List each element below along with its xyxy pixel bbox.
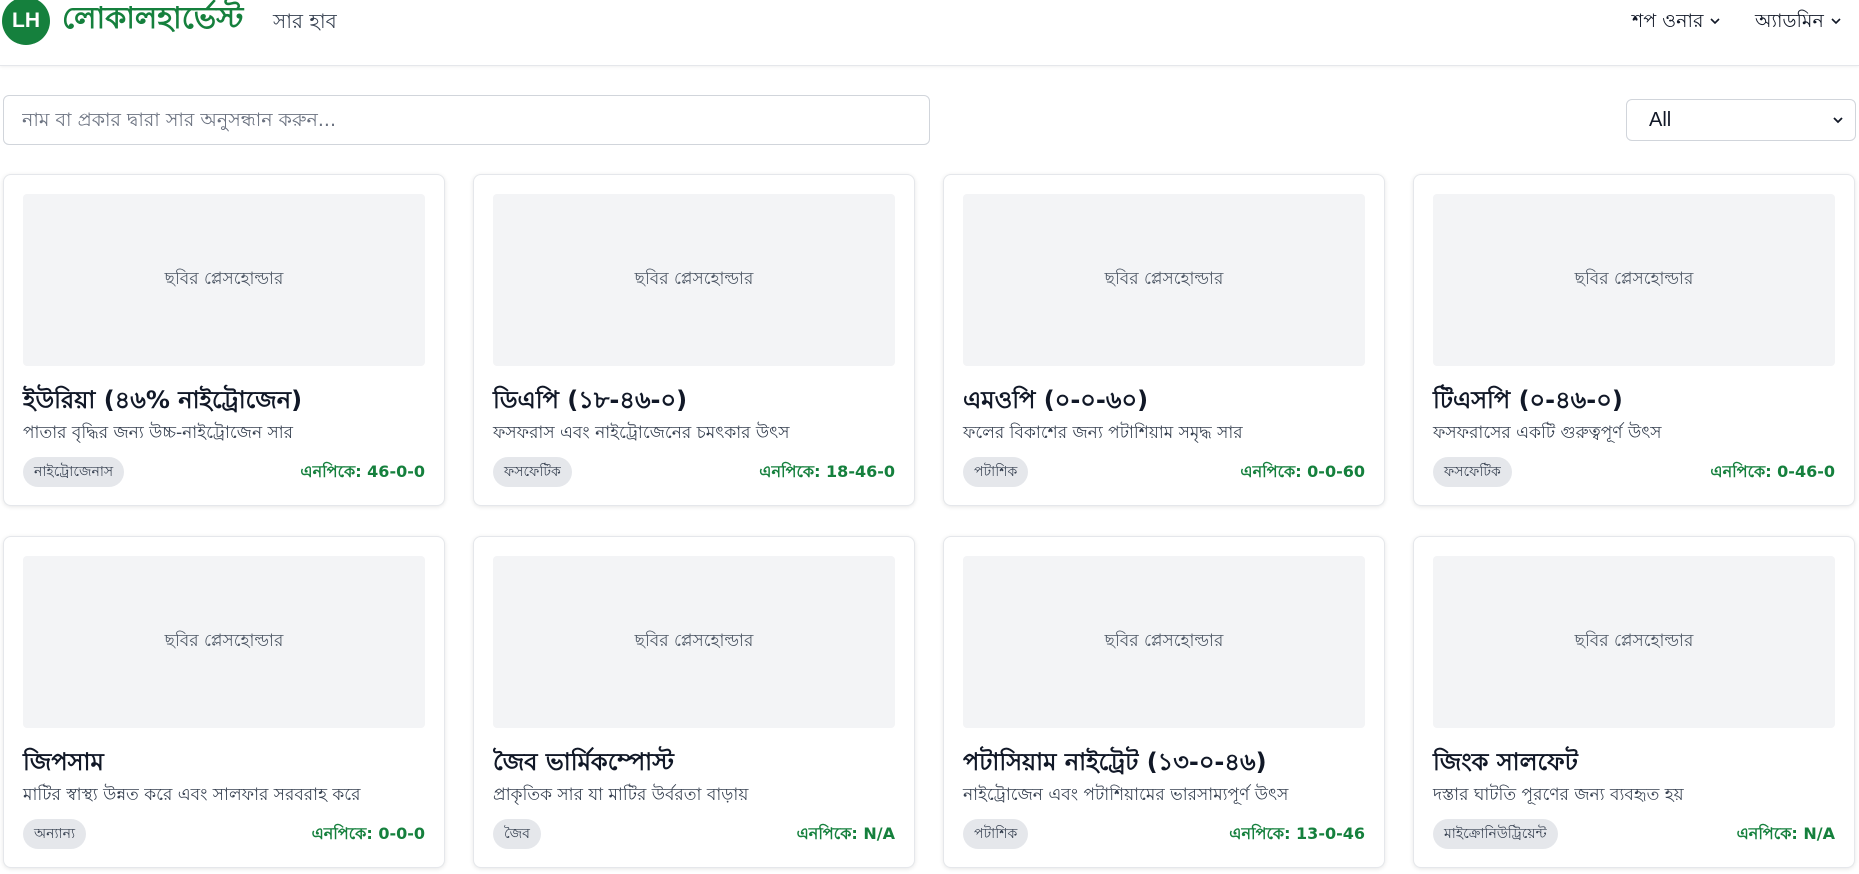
product-card[interactable]: ছবির প্লেসহোল্ডার জৈব ভার্মিকম্পোস্ট প্রাক…: [473, 536, 915, 868]
npk-value: এনপিকে: 0-46-0: [1710, 462, 1835, 481]
chevron-down-icon: [1833, 117, 1843, 124]
brand-subtitle: সার হাব: [273, 9, 337, 33]
product-title: জৈব ভার্মিকম্পোস্ট: [493, 748, 674, 776]
top-header: LH লোকালহার্ভেস্ট সার হাব শপ ওনার অ্যাডম…: [0, 0, 1859, 66]
npk-value: এনপিকে: 0-0-60: [1240, 462, 1365, 481]
product-title: ডিএপি (১৮-৪৬-০): [493, 386, 688, 414]
product-title: ইউরিয়া (৪৬% নাইট্রোজেন): [23, 386, 303, 414]
category-filter-select[interactable]: All: [1626, 99, 1856, 141]
npk-value: এনপিকে: N/A: [1736, 824, 1835, 843]
category-badge: মাইক্রোনিউট্রিয়েন্ট: [1433, 819, 1558, 849]
category-badge: পটাশিক: [963, 457, 1029, 487]
npk-value: এনপিকে: 0-0-0: [311, 824, 425, 843]
product-card[interactable]: ছবির প্লেসহোল্ডার ডিএপি (১৮-৪৬-০) ফসফরাস এ…: [473, 174, 915, 506]
nav-shop-owner-label: শপ ওনার: [1632, 10, 1704, 32]
product-image-placeholder: ছবির প্লেসহোল্ডার: [493, 194, 895, 366]
product-card[interactable]: ছবির প্লেসহোল্ডার ইউরিয়া (৪৬% নাইট্রোজেন…: [3, 174, 445, 506]
product-card[interactable]: ছবির প্লেসহোল্ডার জিংক সালফেট দস্তার ঘাটতি…: [1413, 536, 1855, 868]
product-description: ফসফরাস এবং নাইট্রোজেনের চমৎকার উৎস: [493, 423, 790, 443]
product-description: প্রাকৃতিক সার যা মাটির উর্বরতা বাড়ায়: [493, 785, 749, 805]
product-description: পাতার বৃদ্ধির জন্য উচ্চ-নাইট্রোজেন সার: [23, 423, 294, 443]
product-title: এমওপি (০-০-৬০): [963, 386, 1149, 414]
product-image-placeholder: ছবির প্লেসহোল্ডার: [1433, 556, 1835, 728]
category-badge: নাইট্রোজেনাস: [23, 457, 125, 487]
product-description: দস্তার ঘাটতি পূরণের জন্য ব্যবহৃত হয়: [1433, 785, 1684, 805]
category-badge: ফসফেটিক: [1433, 457, 1512, 487]
product-title: জিংক সালফেট: [1433, 748, 1578, 776]
nav-shop-owner-menu[interactable]: শপ ওনার: [1632, 7, 1722, 35]
product-title: টিএসপি (০-৪৬-০): [1433, 386, 1623, 414]
product-image-placeholder: ছবির প্লেসহোল্ডার: [23, 194, 425, 366]
product-image-placeholder: ছবির প্লেসহোল্ডার: [493, 556, 895, 728]
product-card[interactable]: ছবির প্লেসহোল্ডার এমওপি (০-০-৬০) ফলের বিকা…: [943, 174, 1385, 506]
chevron-down-icon: [1831, 18, 1841, 25]
npk-value: এনপিকে: N/A: [796, 824, 895, 843]
category-badge: ফসফেটিক: [493, 457, 572, 487]
logo-avatar[interactable]: LH: [2, 0, 50, 45]
category-badge: পটাশিক: [963, 819, 1029, 849]
category-badge: অন্যান্য: [23, 819, 87, 849]
brand-name[interactable]: লোকালহার্ভেস্ট: [62, 0, 243, 38]
npk-value: এনপিকে: 13-0-46: [1229, 824, 1365, 843]
product-description: মাটির স্বাস্থ্য উন্নত করে এবং সালফার সরব…: [23, 785, 361, 805]
category-badge: জৈব: [493, 819, 541, 849]
product-title: পটাসিয়াম নাইট্রেট (১৩-০-৪৬): [963, 748, 1267, 776]
chevron-down-icon: [1710, 18, 1721, 25]
product-title: জিপসাম: [23, 748, 104, 776]
product-grid: ছবির প্লেসহোল্ডার ইউরিয়া (৪৬% নাইট্রোজেন…: [3, 174, 1856, 868]
product-image-placeholder: ছবির প্লেসহোল্ডার: [963, 556, 1365, 728]
search-input[interactable]: [3, 95, 930, 145]
product-card[interactable]: ছবির প্লেসহোল্ডার জিপসাম মাটির স্বাস্থ্য উ…: [3, 536, 445, 868]
npk-value: এনপিকে: 18-46-0: [759, 462, 895, 481]
product-description: নাইট্রোজেন এবং পটাশিয়ামের ভারসাম্যপূর্ণ…: [963, 785, 1289, 805]
filter-selected-value: All: [1649, 108, 1672, 131]
product-card[interactable]: ছবির প্লেসহোল্ডার টিএসপি (০-৪৬-০) ফসফরাসের…: [1413, 174, 1855, 506]
product-card[interactable]: ছবির প্লেসহোল্ডার পটাসিয়াম নাইট্রেট (১৩-…: [943, 536, 1385, 868]
nav-admin-menu[interactable]: অ্যাডমিন: [1755, 7, 1843, 35]
product-description: ফলের বিকাশের জন্য পটাশিয়াম সমৃদ্ধ সার: [963, 423, 1243, 443]
product-image-placeholder: ছবির প্লেসহোল্ডার: [23, 556, 425, 728]
product-image-placeholder: ছবির প্লেসহোল্ডার: [963, 194, 1365, 366]
nav-admin-label: অ্যাডমিন: [1755, 10, 1824, 32]
product-image-placeholder: ছবির প্লেসহোল্ডার: [1433, 194, 1835, 366]
product-description: ফসফরাসের একটি গুরুত্বপূর্ণ উৎস: [1433, 423, 1662, 443]
npk-value: এনপিকে: 46-0-0: [300, 462, 425, 481]
